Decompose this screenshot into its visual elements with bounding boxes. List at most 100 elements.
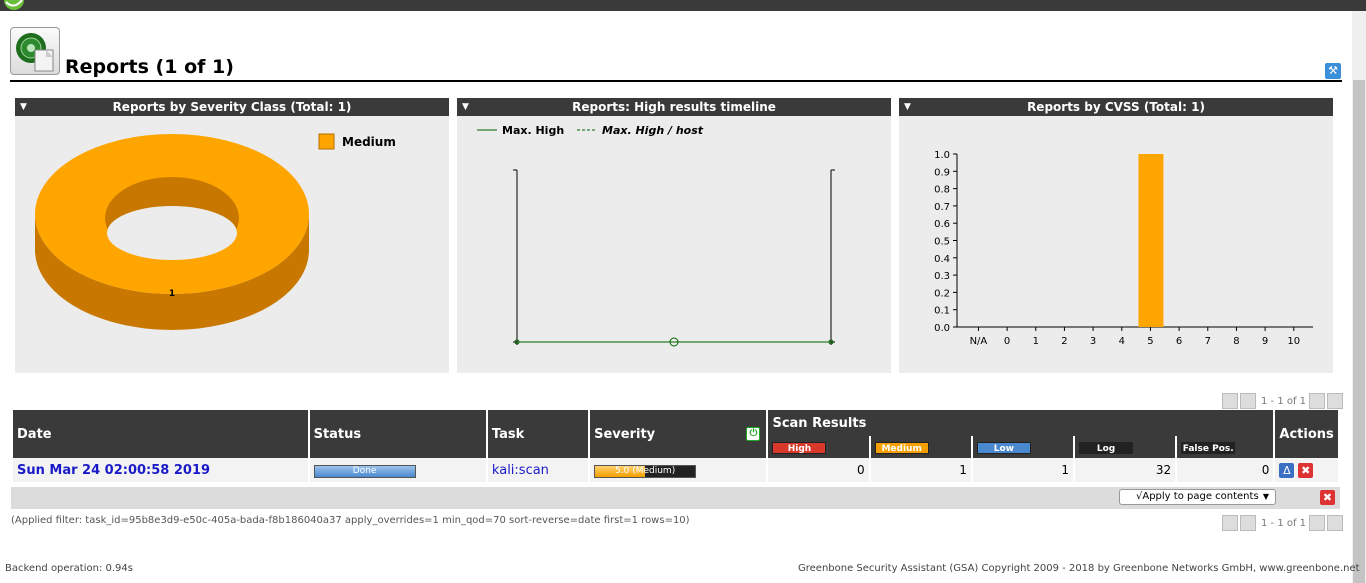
pager-text: 1 - 1 of 1 (1261, 395, 1307, 407)
false-pos-count-cell: 0 (1177, 458, 1274, 482)
high-chip: High (772, 441, 827, 454)
status-column-header[interactable]: Status (309, 410, 486, 458)
timeline-panel: ▼ Reports: High results timeline Max. Hi… (457, 98, 891, 373)
wrench-icon[interactable]: ⚒ (1325, 63, 1341, 79)
severity-donut-chart: Medium 1 (35, 133, 396, 330)
cvss-x-tick-label: 10 (1287, 336, 1300, 347)
last-page-icon[interactable] (1327, 515, 1344, 531)
cvss-x-tick-label: 0 (1004, 336, 1010, 347)
log-count-cell: 32 (1075, 458, 1176, 482)
cvss-y-tick-label: 0.9 (934, 167, 950, 178)
cvss-panel-header: ▼ Reports by CVSS (Total: 1) (899, 98, 1333, 116)
cvss-x-tick-label: N/A (970, 336, 988, 347)
cvss-y-tick-label: 0.7 (934, 202, 950, 213)
pager-bottom: 1 - 1 of 1 (1222, 515, 1345, 531)
low-count-cell: 1 (972, 458, 1074, 482)
scan-results-column-header: Scan Results (768, 410, 1274, 437)
severity-bar-label: 5.0 (Medium) (615, 466, 676, 476)
cvss-y-tick-label: 1.0 (934, 150, 950, 161)
task-column-header[interactable]: Task (487, 410, 589, 458)
backend-operation-time: Backend operation: 0.94s (5, 563, 133, 574)
severity-class-panel-header: ▼ Reports by Severity Class (Total: 1) (15, 98, 449, 116)
cvss-bar-chart: 0.0 0.1 0.2 0.3 0.4 0.5 0.6 0.7 0.8 0.9 1.0 N/A 0 1 2 3… (934, 150, 1313, 347)
first-page-icon[interactable] (1222, 515, 1238, 531)
next-page-icon[interactable] (1309, 393, 1326, 409)
cvss-x-tick-label: 3 (1090, 336, 1096, 347)
cvss-x-tick-label: 4 (1119, 336, 1125, 347)
results-false-pos-header[interactable]: False Pos. (1177, 436, 1274, 458)
severity-bar: 5.0 (Medium) (594, 465, 697, 478)
overrides-toggle-icon[interactable]: ⏻ (746, 427, 761, 441)
cvss-x-tick-label: 8 (1233, 336, 1239, 347)
donut-slice-label: 1 (169, 289, 175, 299)
reports-table: Date Status Task Severity ⏻ Scan Results… (11, 410, 1340, 482)
severity-class-panel-title: Reports by Severity Class (Total: 1) (112, 100, 352, 114)
apply-to-page-select[interactable]: √Apply to page contents ▼ (1119, 489, 1276, 505)
cvss-bar[interactable] (1138, 154, 1164, 327)
copyright-text: Greenbone Security Assistant (GSA) Copyr… (798, 563, 1360, 574)
delta-report-icon[interactable]: Δ (1279, 462, 1295, 478)
cvss-y-tick-label: 0.5 (934, 237, 950, 248)
donut-hole (107, 206, 237, 260)
chevron-down-icon: ▼ (1262, 492, 1269, 501)
cvss-y-tick-label: 0.3 (934, 271, 950, 282)
legend-medium-swatch (318, 133, 335, 150)
title-divider (10, 80, 1342, 82)
delete-icon[interactable]: ✖ (1298, 462, 1314, 478)
last-page-icon[interactable] (1327, 393, 1344, 409)
actions-cell: Δ ✖ (1275, 458, 1338, 482)
cvss-y-tick-label: 0.4 (934, 254, 950, 265)
report-task-cell: kali:scan (487, 458, 589, 482)
applied-filter-text: (Applied filter: task_id=95b8e3d9-e50c-4… (11, 515, 690, 526)
prev-page-icon[interactable] (1240, 515, 1256, 531)
cvss-x-tick-label: 9 (1262, 336, 1268, 347)
log-chip: Log (1079, 441, 1134, 454)
cvss-y-tick-label: 0.8 (934, 185, 950, 196)
cvss-x-tick-label: 1 (1033, 336, 1039, 347)
report-date-link[interactable]: Sun Mar 24 02:00:58 2019 (17, 463, 210, 478)
collapse-triangle-icon[interactable]: ▼ (20, 98, 27, 116)
collapse-triangle-icon[interactable]: ▼ (904, 98, 911, 116)
report-date-cell: Sun Mar 24 02:00:58 2019 (13, 458, 308, 482)
cvss-y-tick-label: 0.1 (934, 306, 950, 317)
first-page-icon[interactable] (1222, 393, 1238, 409)
cvss-panel-title: Reports by CVSS (Total: 1) (1027, 100, 1205, 114)
severity-column-header[interactable]: Severity ⏻ (590, 410, 767, 458)
pager-top: 1 - 1 of 1 (1222, 393, 1345, 409)
timeline-panel-title: Reports: High results timeline (572, 100, 776, 114)
prev-page-icon[interactable] (1240, 393, 1256, 409)
apply-select-label: √Apply to page contents (1136, 491, 1259, 502)
top-bar (0, 0, 1366, 11)
task-link[interactable]: kali:scan (492, 463, 549, 478)
cvss-x-tick-label: 2 (1061, 336, 1067, 347)
bulk-action-bar: √Apply to page contents ▼ ✖ (11, 487, 1340, 509)
cvss-y-tick-label: 0.6 (934, 219, 950, 230)
legend-max-high-host-label: Max. High / host (602, 124, 704, 137)
results-log-header[interactable]: Log (1075, 436, 1176, 458)
severity-header-label: Severity (594, 426, 656, 442)
reports-page-icon (10, 27, 60, 75)
collapse-triangle-icon[interactable]: ▼ (462, 98, 469, 116)
severity-class-panel: ▼ Reports by Severity Class (Total: 1) M… (15, 98, 449, 373)
results-low-header[interactable]: Low (972, 436, 1074, 458)
pager-text: 1 - 1 of 1 (1261, 517, 1307, 529)
low-chip: Low (976, 441, 1031, 454)
cvss-y-tick-label: 0.0 (934, 323, 950, 334)
timeline-panel-header: ▼ Reports: High results timeline (457, 98, 891, 116)
cvss-x-tick-label: 6 (1176, 336, 1182, 347)
next-page-icon[interactable] (1309, 515, 1326, 531)
status-bar[interactable]: Done (313, 465, 416, 478)
page-title: Reports (1 of 1) (65, 56, 234, 78)
timeline-chart: Max. High Max. High / host (477, 124, 835, 347)
cvss-x-tick-label: 7 (1205, 336, 1211, 347)
actions-column-header: Actions (1275, 410, 1338, 458)
scrollbar-thumb[interactable] (1353, 80, 1365, 583)
high-count-cell: 0 (768, 458, 869, 482)
results-high-header[interactable]: High (768, 436, 869, 458)
date-column-header[interactable]: Date (13, 410, 308, 458)
cvss-panel: ▼ Reports by CVSS (Total: 1) 0.0 0.1 0.2 0.… (899, 98, 1333, 373)
medium-count-cell: 1 (870, 458, 971, 482)
results-medium-header[interactable]: Medium (870, 436, 971, 458)
bulk-delete-icon[interactable]: ✖ (1320, 490, 1335, 505)
greenbone-logo-icon[interactable] (0, 0, 30, 11)
